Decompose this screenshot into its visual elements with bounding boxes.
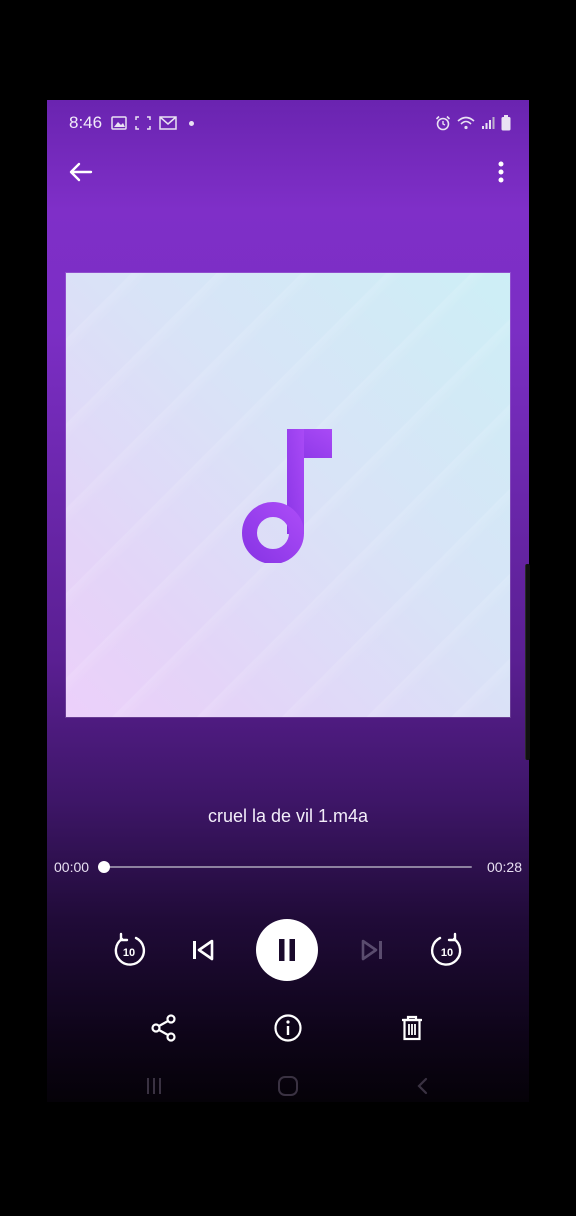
previous-button[interactable] xyxy=(187,934,219,966)
status-left-icons xyxy=(111,116,194,130)
total-duration: 00:28 xyxy=(486,859,522,875)
signal-icon xyxy=(482,117,495,129)
pause-icon xyxy=(279,939,295,961)
forward-10-icon: 10 xyxy=(430,932,462,966)
back-icon xyxy=(417,1077,428,1095)
status-time: 8:46 xyxy=(69,113,103,132)
track-title: cruel la de vil 1.m4a xyxy=(207,806,369,826)
recents-icon xyxy=(147,1078,161,1094)
system-back-button[interactable] xyxy=(409,1074,437,1098)
replay-10-icon: 10 xyxy=(114,932,146,966)
delete-button[interactable] xyxy=(394,1010,430,1046)
system-navigation-bar xyxy=(47,1070,529,1102)
gmail-icon xyxy=(159,116,177,130)
action-bar xyxy=(47,1010,529,1046)
elapsed-time: 00:00 xyxy=(54,859,90,875)
forward-seconds: 10 xyxy=(441,947,453,959)
back-button[interactable] xyxy=(65,156,97,188)
trash-icon xyxy=(402,1015,422,1041)
play-pause-button[interactable] xyxy=(256,919,318,981)
music-player-screen: 8:46 cruel la de vil 1.m4a 00:00 00:28 1… xyxy=(47,100,529,1102)
alarm-icon xyxy=(435,115,451,131)
info-icon xyxy=(274,1014,302,1042)
share-icon xyxy=(151,1014,176,1042)
seek-bar-row: 00:00 00:28 xyxy=(47,856,529,878)
photo-icon xyxy=(111,116,127,130)
skip-previous-icon xyxy=(193,939,214,961)
edge-panel-handle[interactable] xyxy=(525,564,530,760)
home-button[interactable] xyxy=(274,1074,302,1098)
status-bar: 8:46 xyxy=(47,110,529,136)
home-icon xyxy=(278,1076,298,1096)
rewind-seconds: 10 xyxy=(123,947,135,959)
album-artwork xyxy=(66,273,510,717)
rewind-10-button[interactable]: 10 xyxy=(110,931,148,969)
more-vertical-icon xyxy=(498,161,504,183)
wifi-icon xyxy=(457,116,475,130)
status-right-icons xyxy=(435,115,511,131)
more-options-button[interactable] xyxy=(481,156,513,188)
share-button[interactable] xyxy=(146,1010,182,1046)
music-note-icon xyxy=(242,429,332,563)
info-button[interactable] xyxy=(270,1010,306,1046)
forward-10-button[interactable]: 10 xyxy=(428,931,466,969)
recents-button[interactable] xyxy=(140,1074,168,1098)
battery-icon xyxy=(501,115,511,131)
arrow-left-icon xyxy=(69,162,93,182)
playback-controls: 10 10 xyxy=(47,918,529,982)
seek-track[interactable] xyxy=(98,861,472,873)
dot-indicator xyxy=(189,120,194,126)
next-button[interactable] xyxy=(356,934,388,966)
skip-next-icon xyxy=(361,939,382,961)
screenshot-icon xyxy=(135,116,151,130)
seek-thumb[interactable] xyxy=(98,861,110,873)
